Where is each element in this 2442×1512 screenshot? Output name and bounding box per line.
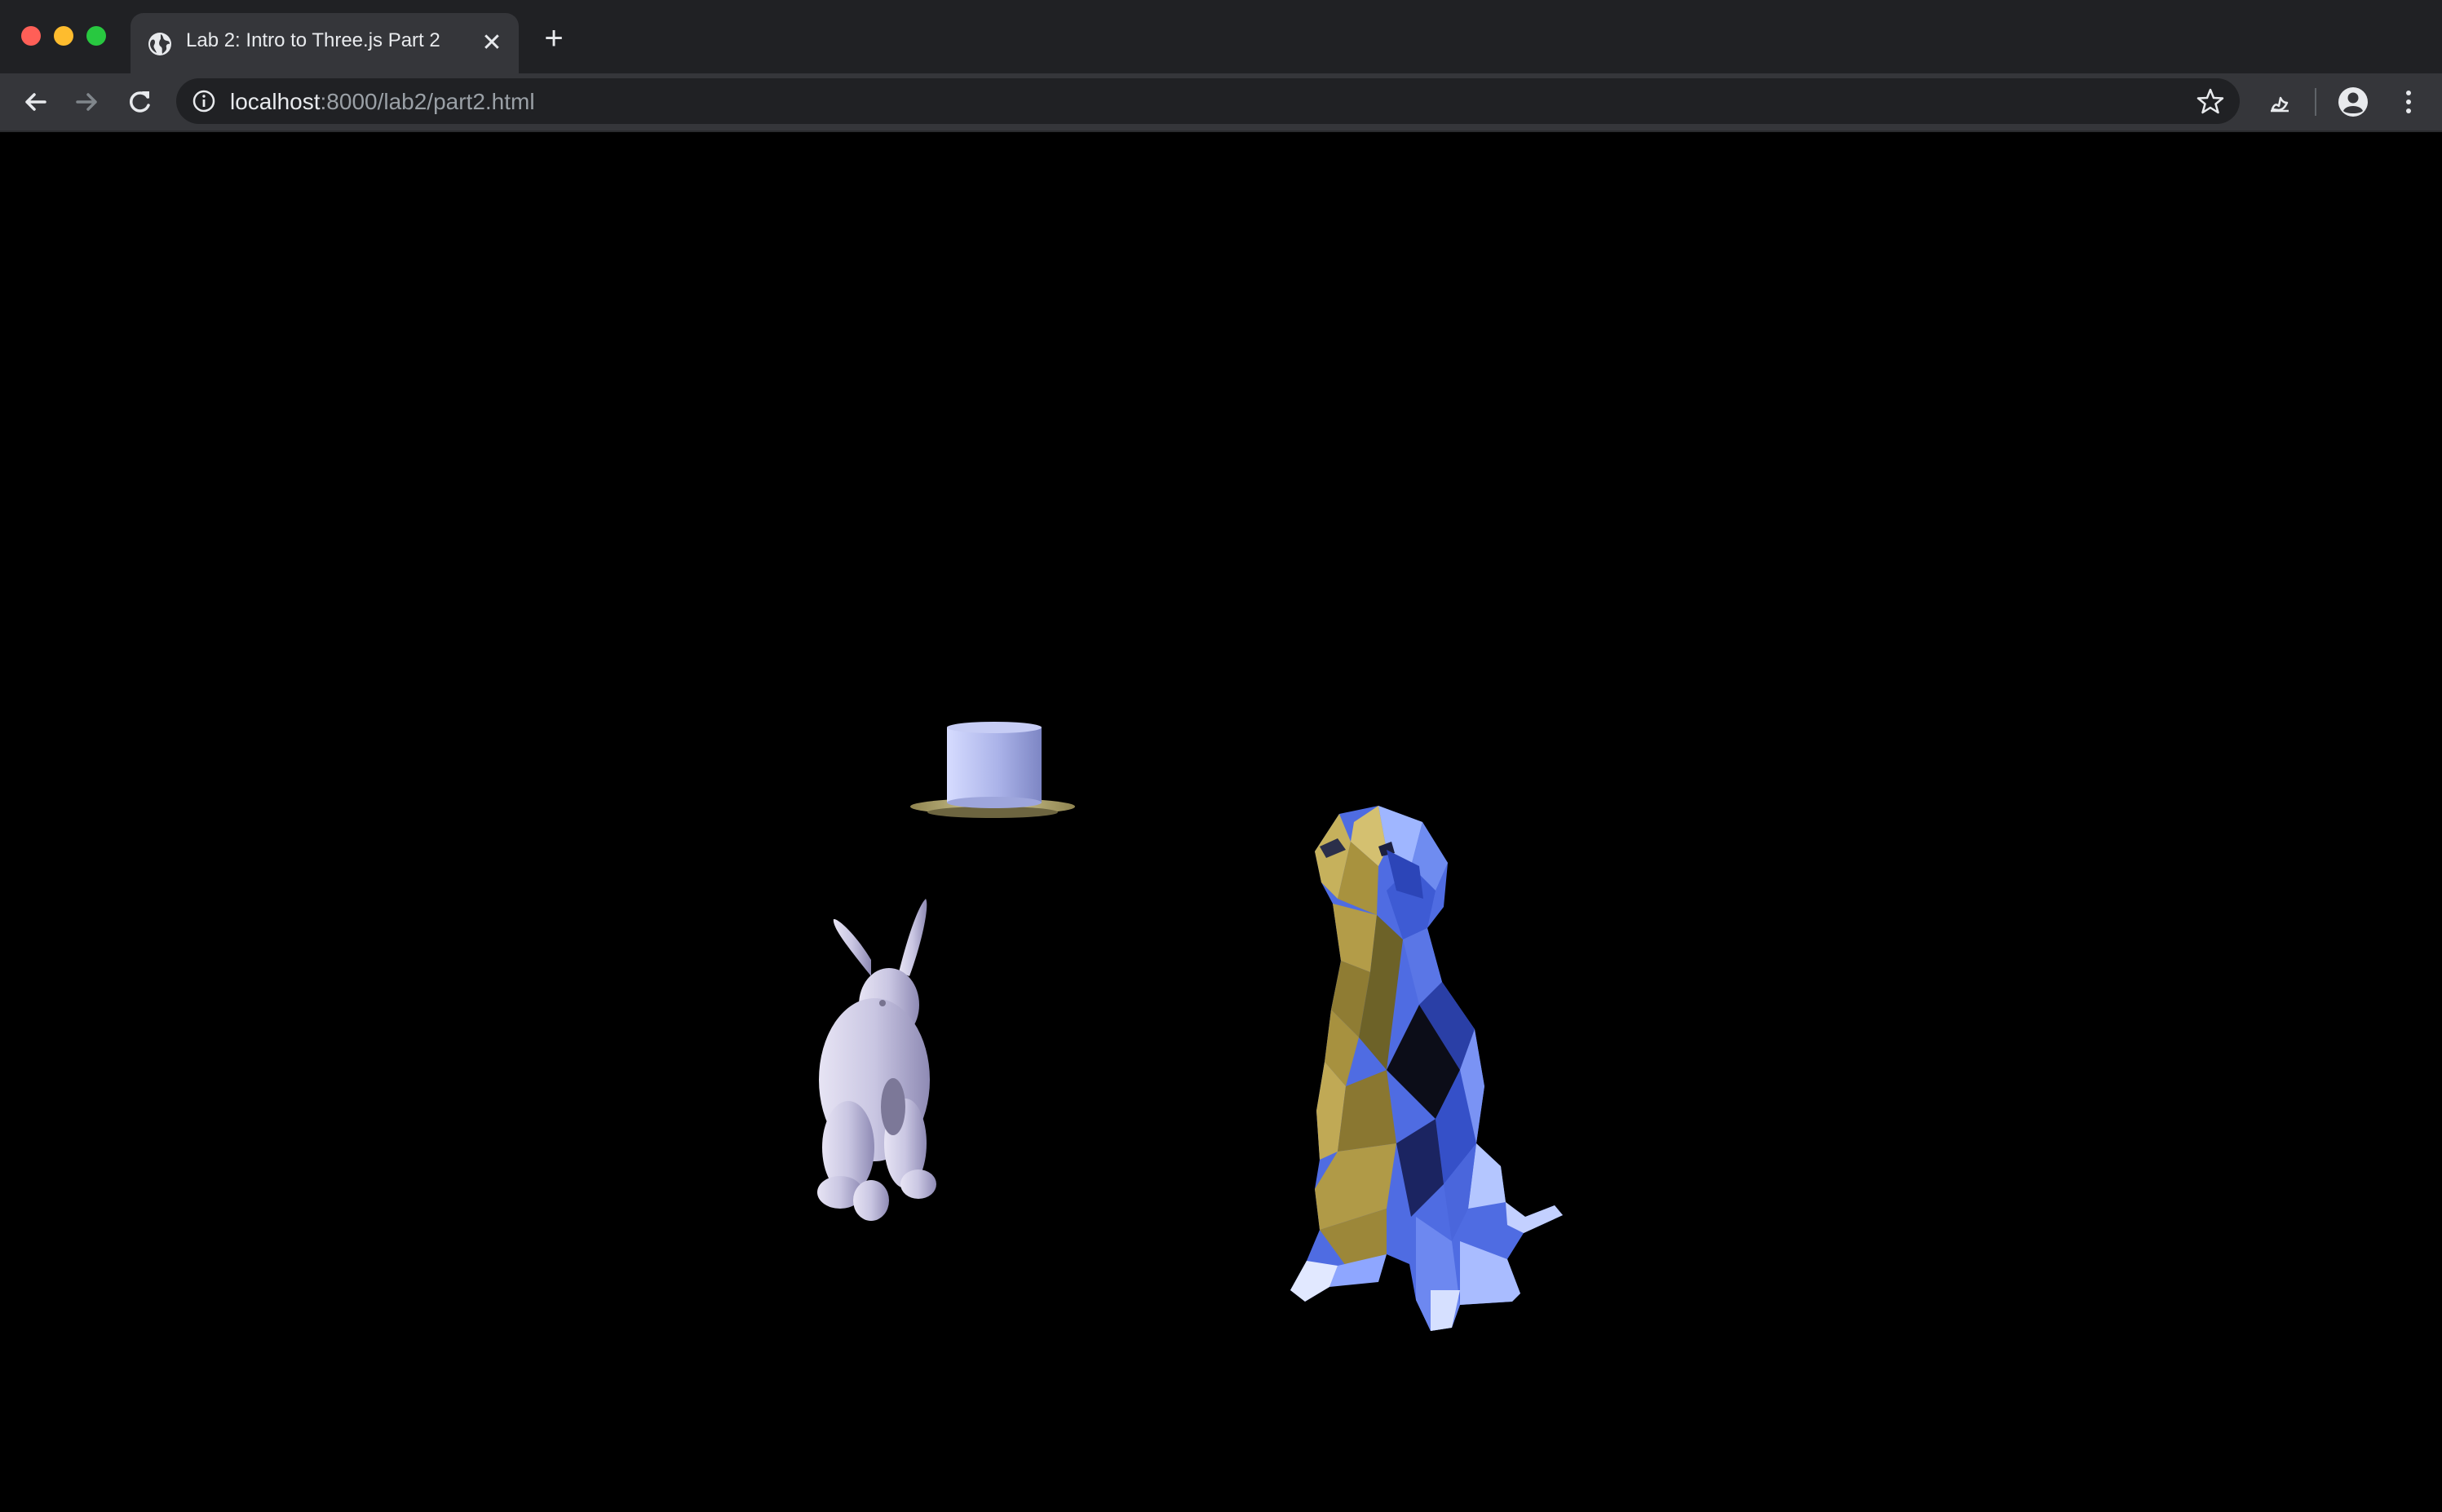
rabbit-model [817,899,936,1221]
url-path: :8000/lab2/part2.html [320,89,535,114]
plus-icon[interactable]: + [540,22,568,55]
browser-toolbar: localhost:8000/lab2/part2.html [0,73,2442,132]
extension-icon[interactable] [2263,85,2297,119]
browser-window: Lab 2: Intro to Three.js Part 2 ✕ + loca… [0,0,2442,1512]
maximize-window-button[interactable] [86,26,106,46]
kebab-menu-icon[interactable] [2391,85,2426,119]
dog-model [1290,806,1563,1331]
star-icon[interactable] [2196,86,2225,116]
address-bar[interactable]: localhost:8000/lab2/part2.html [176,78,2240,124]
webgl-canvas[interactable] [0,132,2442,1512]
tab-active[interactable]: Lab 2: Intro to Three.js Part 2 ✕ [131,13,519,73]
tab-title: Lab 2: Intro to Three.js Part 2 [186,29,440,51]
minimize-window-button[interactable] [54,26,73,46]
url-text: localhost:8000/lab2/part2.html [230,89,535,115]
top-hat-model [910,722,1075,818]
tab-strip: Lab 2: Intro to Three.js Part 2 ✕ + [0,0,2442,74]
close-icon[interactable]: ✕ [478,29,506,57]
arrow-right-icon[interactable] [70,85,104,119]
url-host: localhost [230,89,321,114]
info-icon[interactable] [191,88,217,114]
globe-icon [147,31,173,57]
account-circle-icon[interactable] [2334,83,2372,121]
reload-icon[interactable] [122,85,157,119]
toolbar-divider [2315,88,2316,116]
arrow-left-icon[interactable] [18,85,52,119]
close-window-button[interactable] [21,26,41,46]
